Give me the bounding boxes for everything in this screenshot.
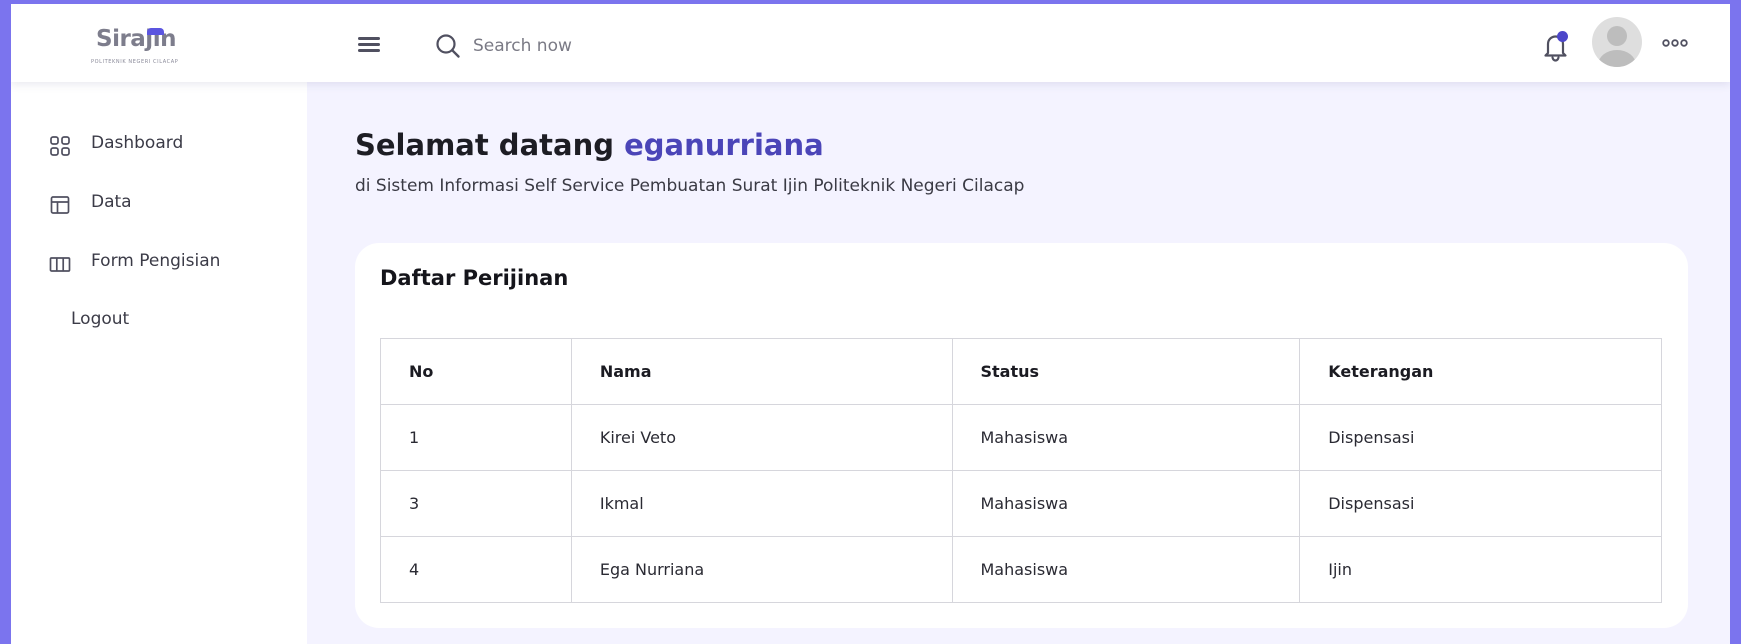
sidebar-item-dashboard[interactable]: Dashboard	[11, 125, 307, 165]
column-header: Status	[951, 338, 1301, 405]
search-icon	[436, 34, 460, 58]
permission-list-card: Daftar Perijinan No Nama Status Keterang…	[355, 243, 1688, 628]
table-row: 1 Kirei Veto Mahasiswa Dispensasi	[380, 404, 1662, 471]
sidebar-item-data[interactable]: Data	[11, 184, 307, 224]
sidebar-item-label: Logout	[71, 309, 130, 329]
notification-button[interactable]	[1539, 29, 1573, 63]
page-title: Selamat datang eganurriana	[355, 128, 824, 162]
table-cell: Dispensasi	[1299, 470, 1662, 537]
table-cell: Mahasiswa	[951, 404, 1301, 471]
logo-subtext: POLITEKNIK NEGERI CILACAP	[91, 59, 179, 65]
layout-icon	[50, 196, 70, 214]
search-input[interactable]	[473, 28, 773, 64]
sidebar-item-form-pengisian[interactable]: Form Pengisian	[11, 243, 307, 283]
table-row: 4 Ega Nurriana Mahasiswa Ijin	[380, 536, 1662, 603]
user-silhouette-icon	[1598, 26, 1636, 67]
column-header: Nama	[570, 338, 953, 405]
column-header: No	[380, 338, 572, 405]
sidebar: Dashboard Data Form Pengisian Logout	[11, 82, 307, 644]
table-cell: 4	[380, 536, 572, 603]
table-header-row: No Nama Status Keterangan	[380, 338, 1662, 405]
logo-accent-mark	[147, 28, 164, 35]
column-header: Keterangan	[1299, 338, 1662, 405]
permission-table: No Nama Status Keterangan 1 Kirei Veto M…	[380, 338, 1662, 603]
table-row: 3 Ikmal Mahasiswa Dispensasi	[380, 470, 1662, 537]
sidebar-item-logout[interactable]: Logout	[11, 301, 307, 341]
user-avatar[interactable]	[1592, 17, 1642, 67]
table-cell: Ikmal	[570, 470, 953, 537]
welcome-prefix: Selamat datang	[355, 128, 614, 162]
page-subtitle: di Sistem Informasi Self Service Pembuat…	[355, 176, 1025, 196]
table-cell: Mahasiswa	[951, 470, 1301, 537]
sidebar-item-label: Dashboard	[91, 133, 184, 153]
table-cell: Ijin	[1299, 536, 1662, 603]
sidebar-item-label: Data	[91, 192, 132, 212]
more-options-icon[interactable]	[1662, 38, 1688, 48]
table-cell: 3	[380, 470, 572, 537]
bell-icon	[1544, 35, 1567, 62]
main-content: Selamat datang eganurriana di Sistem Inf…	[307, 82, 1730, 644]
sidebar-item-label: Form Pengisian	[91, 251, 221, 271]
table-cell: 1	[380, 404, 572, 471]
logo-wordmark: Sirajin	[96, 26, 176, 52]
username: eganurriana	[624, 128, 824, 162]
app-window: Sirajin POLITEKNIK NEGERI CILACAP Search…	[11, 4, 1730, 644]
grid-icon	[50, 136, 70, 156]
notification-dot	[1557, 31, 1568, 42]
hamburger-menu-icon[interactable]	[356, 34, 382, 54]
table-cell: Ega Nurriana	[570, 536, 953, 603]
table-cell: Kirei Veto	[570, 404, 953, 471]
columns-icon	[49, 257, 71, 272]
top-navbar: Sirajin POLITEKNIK NEGERI CILACAP	[11, 4, 1730, 82]
table-cell: Mahasiswa	[951, 536, 1301, 603]
brand-logo[interactable]: Sirajin POLITEKNIK NEGERI CILACAP	[81, 26, 178, 70]
card-title: Daftar Perijinan	[380, 266, 569, 290]
table-cell: Dispensasi	[1299, 404, 1662, 471]
